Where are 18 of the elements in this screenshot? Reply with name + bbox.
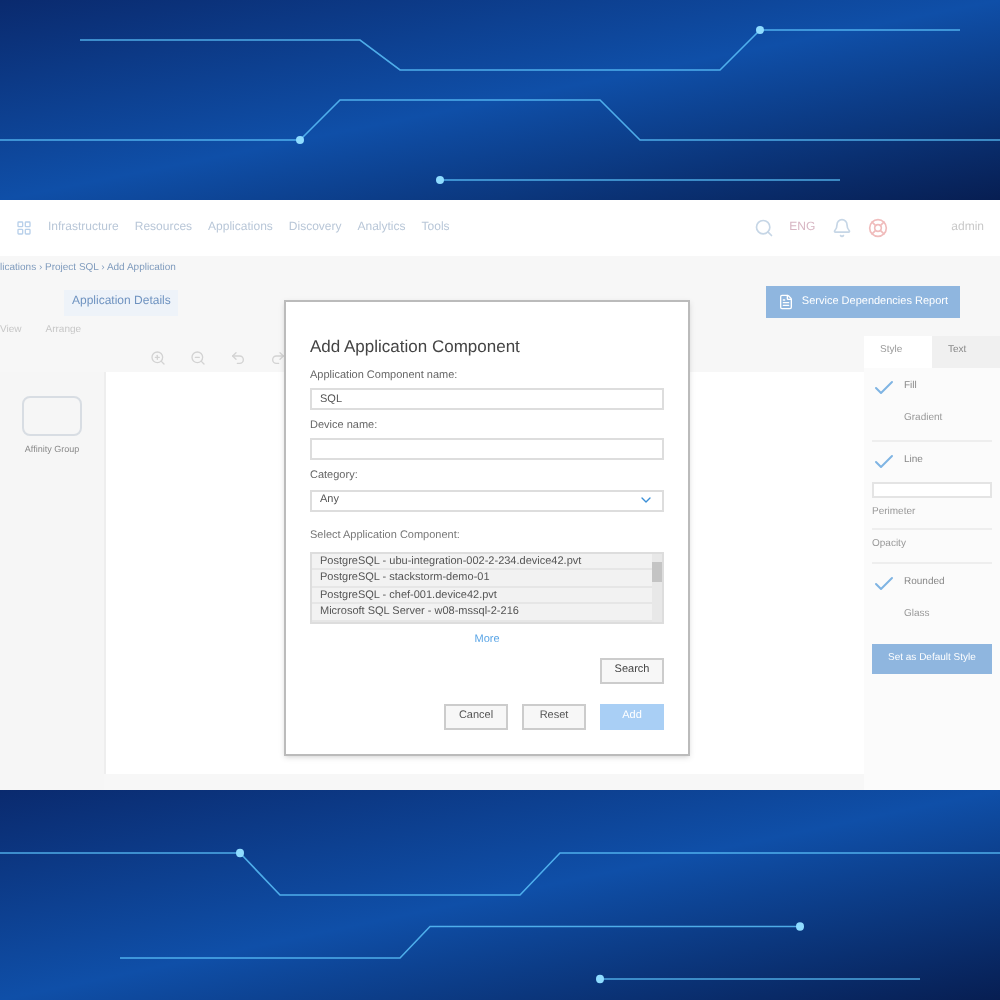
scrollbar[interactable]	[652, 553, 662, 622]
chevron-down-icon	[638, 492, 654, 508]
document-icon	[777, 294, 794, 310]
zoom-in-icon[interactable]	[150, 350, 166, 366]
check-icon[interactable]	[872, 375, 896, 399]
help-icon[interactable]	[867, 218, 888, 238]
dialog-title: Add Application Component	[310, 334, 522, 360]
line-style-select[interactable]	[872, 481, 992, 497]
grid-icon[interactable]	[16, 220, 32, 236]
check-icon[interactable]	[872, 449, 896, 473]
input-field[interactable]	[310, 438, 664, 461]
group-shape-icon[interactable]	[22, 396, 82, 436]
undo-icon[interactable]	[230, 350, 246, 366]
search-icon[interactable]	[753, 218, 774, 238]
zoom-out-icon[interactable]	[190, 350, 206, 366]
bell-icon[interactable]	[831, 218, 852, 238]
redo-icon[interactable]	[270, 350, 286, 366]
check-icon[interactable]	[872, 571, 896, 595]
